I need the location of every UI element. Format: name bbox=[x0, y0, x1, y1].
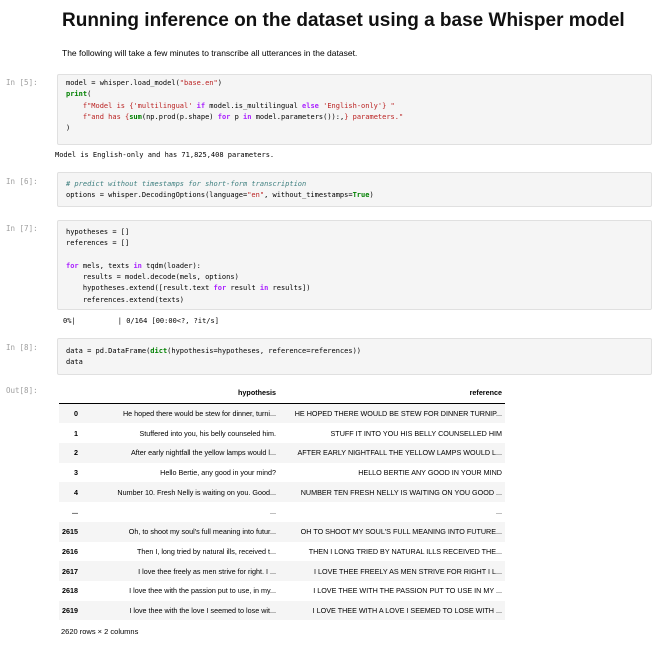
hypothesis-cell: Hello Bertie, any good in your mind? bbox=[160, 468, 276, 478]
code-cell-8-source: data = pd.DataFrame(dict(hypothesis=hypo… bbox=[66, 347, 362, 367]
row-index: 0 bbox=[74, 409, 78, 419]
code-cell-7[interactable]: hypotheses = [] references = [] for mels… bbox=[57, 220, 652, 310]
row-index: 4 bbox=[74, 487, 78, 497]
row-index: 2619 bbox=[62, 605, 78, 615]
table-row: ......... bbox=[59, 502, 505, 522]
table-header-row: hypothesis reference bbox=[59, 383, 505, 404]
hypothesis-cell: ... bbox=[270, 507, 276, 517]
code-cell-6[interactable]: # predict without timestamps for short-f… bbox=[57, 172, 652, 207]
row-index: 2 bbox=[74, 448, 78, 458]
row-index: 2618 bbox=[62, 586, 78, 596]
table-row: 2619 I love thee with the love I seemed t… bbox=[59, 600, 505, 621]
hypothesis-cell: I love thee with the passion put to use,… bbox=[129, 586, 276, 596]
column-header-hypothesis: hypothesis bbox=[81, 383, 279, 404]
code-cell-6-source: # predict without timestamps for short-f… bbox=[66, 180, 374, 200]
row-index: 3 bbox=[74, 468, 78, 478]
reference-cell: AFTER EARLY NIGHTFALL THE YELLOW LAMPS W… bbox=[297, 448, 503, 458]
index-header bbox=[59, 383, 81, 404]
row-index: ... bbox=[72, 507, 78, 517]
table-shape-footer: 2620 rows × 2 columns bbox=[61, 627, 139, 636]
reference-cell: ... bbox=[496, 507, 502, 517]
hypothesis-cell: Stuffered into you, his belly counseled … bbox=[139, 428, 276, 438]
input-prompt-8: In [8]: bbox=[6, 343, 38, 352]
row-index: 2617 bbox=[62, 566, 78, 576]
table-row: 0 He hoped there would be stew for dinner… bbox=[59, 403, 505, 424]
table-row: 2615 Oh, to shoot my soul's full meaning … bbox=[59, 521, 505, 542]
row-index: 2616 bbox=[62, 546, 78, 556]
table-row: 3 Hello Bertie, any good in your mind? HEL… bbox=[59, 463, 505, 483]
hypothesis-cell: He hoped there would be stew for dinner,… bbox=[122, 409, 276, 419]
cell-7-progress-output: 0%| | 0/164 [00:00<?, ?it/s] bbox=[63, 317, 219, 325]
input-prompt-5: In [5]: bbox=[6, 78, 38, 87]
description-text: The following will take a few minutes to… bbox=[62, 48, 358, 58]
hypothesis-cell: Number 10. Fresh Nelly is waiting on you… bbox=[117, 487, 276, 497]
reference-cell: HE HOPED THERE WOULD BE STEW FOR DINNER … bbox=[294, 409, 502, 419]
reference-cell: OH TO SHOOT MY SOUL'S FULL MEANING INTO … bbox=[300, 527, 502, 537]
row-index: 2615 bbox=[62, 527, 78, 537]
hypothesis-cell: Then I, long tried by natural ills, rece… bbox=[136, 546, 276, 556]
hypothesis-cell: Oh, to shoot my soul's full meaning into… bbox=[128, 527, 276, 537]
reference-cell: HELLO BERTIE ANY GOOD IN YOUR MIND bbox=[358, 468, 502, 478]
table-row: 2617 I love thee freely as men strive for… bbox=[59, 561, 505, 581]
reference-cell: NUMBER TEN FRESH NELLY IS WAITING ON YOU… bbox=[300, 487, 502, 497]
reference-cell: I LOVE THEE WITH THE PASSION PUT TO USE … bbox=[313, 586, 502, 596]
code-cell-7-source: hypotheses = [] references = [] for mels… bbox=[66, 228, 311, 304]
output-prompt-8: Out[8]: bbox=[6, 386, 38, 395]
dataframe-table: hypothesis reference 0 He hoped there wou… bbox=[59, 383, 505, 621]
code-cell-5-source: model = whisper.load_model("base.en") pr… bbox=[66, 79, 404, 133]
row-index: 1 bbox=[74, 428, 78, 438]
reference-cell: I LOVE THEE WITH A LOVE I SEEMED TO LOSE… bbox=[312, 605, 502, 615]
hypothesis-cell: After early nightfall the yellow lamps w… bbox=[130, 448, 276, 458]
code-cell-8[interactable]: data = pd.DataFrame(dict(hypothesis=hypo… bbox=[57, 338, 652, 375]
column-header-reference: reference bbox=[279, 383, 505, 404]
table-row: 1 Stuffered into you, his belly counseled… bbox=[59, 423, 505, 443]
table-row: 2616 Then I, long tried by natural ills, … bbox=[59, 542, 505, 562]
reference-cell: STUFF IT INTO YOU HIS BELLY COUNSELLED H… bbox=[330, 428, 502, 438]
cell-5-output: Model is English-only and has 71,825,408… bbox=[55, 151, 275, 159]
hypothesis-cell: I love thee with the love I seemed to lo… bbox=[129, 605, 276, 615]
table-row: 2618 I love thee with the passion put to … bbox=[59, 581, 505, 601]
reference-cell: I LOVE THEE FREELY AS MEN STRIVE FOR RIG… bbox=[314, 566, 502, 576]
code-cell-5[interactable]: model = whisper.load_model("base.en") pr… bbox=[57, 74, 652, 145]
table-row: 4 Number 10. Fresh Nelly is waiting on yo… bbox=[59, 482, 505, 503]
input-prompt-6: In [6]: bbox=[6, 177, 38, 186]
table-row: 2 After early nightfall the yellow lamps … bbox=[59, 443, 505, 463]
reference-cell: THEN I LONG TRIED BY NATURAL ILLS RECEIV… bbox=[308, 546, 502, 556]
hypothesis-cell: I love thee freely as men strive for rig… bbox=[138, 566, 276, 576]
input-prompt-7: In [7]: bbox=[6, 224, 38, 233]
notebook-heading: Running inference on the dataset using a… bbox=[62, 10, 625, 31]
